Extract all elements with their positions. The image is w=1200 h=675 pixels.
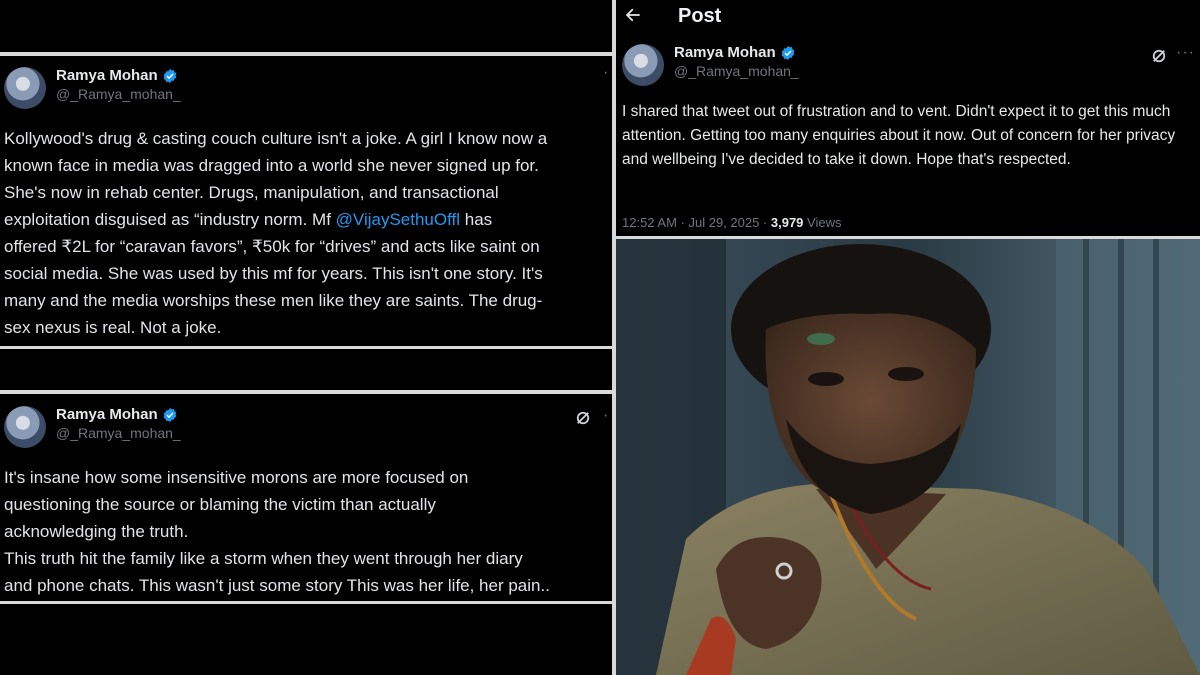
post-text: I shared that tweet out of frustration a… (622, 103, 1176, 168)
views-count: 3,979 (770, 215, 804, 230)
verified-badge-icon (781, 45, 795, 60)
back-arrow-icon[interactable] (624, 6, 642, 24)
post-meta: 12:52 AM · Jul 29, 2025 · 3,979 Views (622, 215, 841, 230)
display-name[interactable]: Ramya Mohan (674, 44, 776, 61)
post-panel: Post Ramya Mohan @_Ramya_mohan_ ··· I sh… (616, 0, 1200, 236)
grok-icon[interactable] (1150, 47, 1168, 65)
tweet-card-1: Ramya Mohan @_Ramya_mohan_ · Kollywood's… (0, 56, 612, 346)
avatar[interactable] (4, 406, 46, 448)
handle[interactable]: @_Ramya_mohan_ (674, 63, 799, 79)
actor-photo-illustration (616, 239, 1200, 675)
more-options-icon[interactable]: · (603, 407, 609, 425)
more-options-icon[interactable]: · (603, 64, 609, 82)
handle[interactable]: @_Ramya_mohan_ (56, 425, 181, 441)
avatar[interactable] (622, 44, 664, 86)
views-label: Views (803, 215, 842, 230)
display-name[interactable]: Ramya Mohan (56, 406, 158, 423)
actor-photo (616, 239, 1200, 675)
verified-badge-icon (163, 68, 177, 83)
avatar[interactable] (4, 67, 46, 109)
verified-badge-icon (163, 407, 177, 422)
tweet-text-part: has offered ₹2L for “caravan favors”, ₹5… (4, 210, 543, 337)
grok-icon[interactable] (574, 409, 592, 427)
mention-link[interactable]: @VijaySethuOffl (336, 210, 460, 229)
tweet-card-2: Ramya Mohan @_Ramya_mohan_ · It's insane… (0, 394, 612, 601)
page-title: Post (678, 5, 722, 27)
timestamp[interactable]: 12:52 AM · Jul 29, 2025 · (622, 215, 771, 230)
display-name[interactable]: Ramya Mohan (56, 67, 158, 84)
handle[interactable]: @_Ramya_mohan_ (56, 86, 181, 102)
divider-1 (0, 346, 612, 349)
post-header: Post (616, 0, 1200, 34)
tweet-text: It's insane how some insensitive morons … (4, 468, 550, 595)
divider-3 (0, 601, 612, 604)
more-options-icon[interactable]: ··· (1176, 44, 1195, 62)
tweet-text: Kollywood's drug & casting couch culture… (4, 125, 608, 341)
